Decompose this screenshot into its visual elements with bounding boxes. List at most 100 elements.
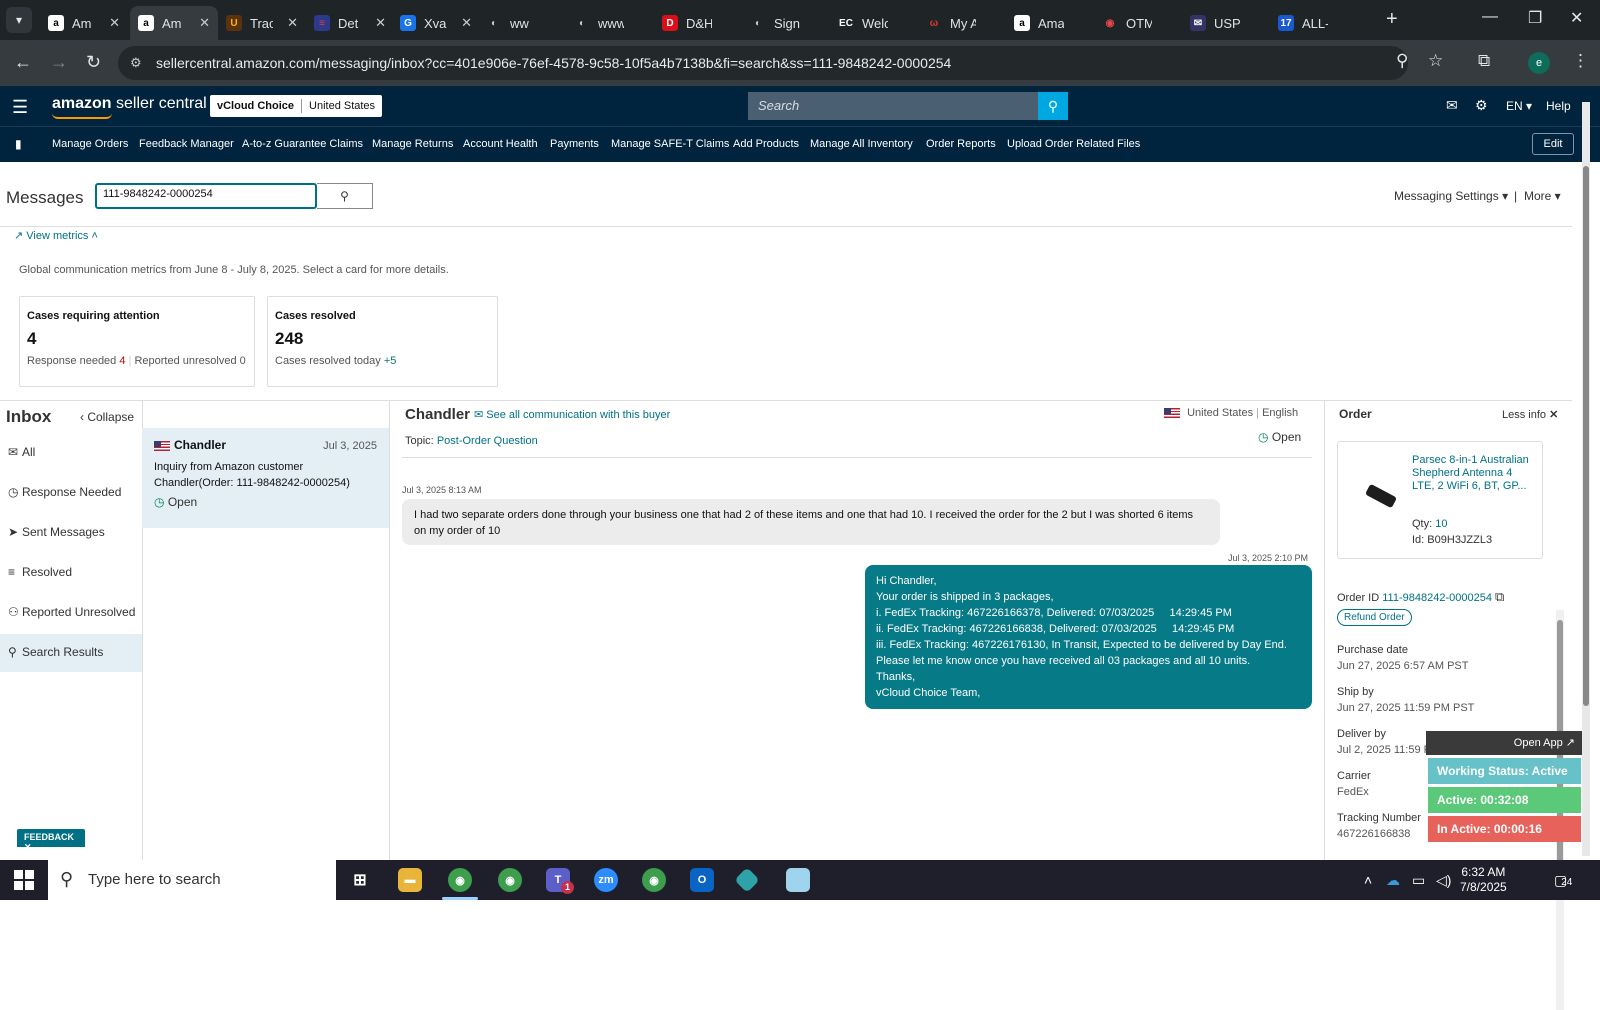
store-selector[interactable]: vCloud Choice United States (210, 95, 383, 117)
copy-icon[interactable]: ⧉ (1495, 589, 1504, 604)
browser-tab[interactable]: ◐ www.da (566, 6, 654, 40)
nav-link[interactable]: Order Reports (926, 138, 996, 150)
inbox-folder[interactable]: ⚇ Reported Unresolved (0, 594, 142, 632)
browser-tab[interactable]: ω My Acco (918, 6, 1006, 40)
browser-tab[interactable]: D D&H Di (654, 6, 742, 40)
teams-icon[interactable]: T1 (546, 868, 574, 894)
browser-menu-icon[interactable]: ⋮ (1572, 51, 1589, 71)
inbox-folder[interactable]: ≡ Resolved (0, 554, 142, 592)
see-all-communication-link[interactable]: ✉ See all communication with this buyer (474, 408, 670, 421)
taskbar-clock[interactable]: 6:32 AM 7/8/2025 (1460, 865, 1507, 895)
nav-link[interactable]: Manage Orders (52, 138, 128, 150)
tab-search-button[interactable]: ▾ (6, 7, 32, 33)
inbox-folder[interactable]: ⚲ Search Results (0, 634, 142, 672)
browser-tab[interactable]: a Amazon (1006, 6, 1094, 40)
restore-icon[interactable]: ❐ (1528, 8, 1542, 28)
nav-link[interactable]: Feedback Manager (139, 138, 234, 150)
chrome-profile-icon[interactable]: ◉ (498, 868, 522, 892)
nav-link[interactable]: Add Products (733, 138, 799, 150)
hamburger-menu-icon[interactable]: ☰ (12, 97, 28, 118)
product-title-link[interactable]: Parsec 8-in-1 Australian Shepherd Antenn… (1412, 454, 1536, 493)
onedrive-icon[interactable]: ☁ (1386, 872, 1400, 889)
volume-icon[interactable]: ◁) (1436, 872, 1451, 889)
browser-tab[interactable]: U Trac ✕ (218, 6, 306, 40)
message-search-input[interactable]: 111-9848242-0000254 (95, 183, 317, 209)
cases-resolved-card[interactable]: Cases resolved 248 Cases resolved today … (267, 296, 498, 387)
tab-close-icon[interactable]: ✕ (375, 15, 386, 31)
collapse-button[interactable]: ‹ Collapse (80, 410, 134, 424)
edit-nav-button[interactable]: Edit (1532, 133, 1574, 155)
zoom-app-icon[interactable]: zm (594, 868, 618, 892)
browser-tab[interactable]: a Am ✕ (130, 6, 218, 40)
tab-close-icon[interactable]: ✕ (109, 15, 120, 31)
seller-central-logo[interactable]: amazon seller central (52, 95, 207, 119)
inbox-folder[interactable]: ✉ All (0, 434, 142, 472)
new-tab-button[interactable]: + (1386, 8, 1398, 31)
settings-gear-icon[interactable]: ⚙ (1475, 97, 1488, 114)
header-search-icon[interactable]: ⚲ (1038, 92, 1068, 120)
product-image[interactable] (1364, 483, 1398, 509)
browser-tab[interactable]: ≡ Det ✕ (306, 6, 394, 40)
nav-link[interactable]: A-to-z Guarantee Claims (242, 138, 363, 150)
reload-icon[interactable]: ↻ (86, 52, 101, 73)
browser-tab[interactable]: 17 ALL-IN- (1270, 6, 1380, 40)
nav-link[interactable]: Payments (550, 138, 599, 150)
bookmark-icon[interactable]: ▮ (15, 137, 22, 151)
nav-link[interactable]: Manage SAFE-T Claims (611, 138, 729, 150)
nav-link[interactable]: Account Health (463, 138, 538, 150)
feedback-button[interactable]: FEEDBACK ✕ (17, 829, 85, 852)
header-search-input[interactable]: Search (748, 92, 1038, 120)
more-dropdown[interactable]: More ▾ (1524, 189, 1561, 203)
minimize-icon[interactable]: — (1482, 8, 1498, 26)
network-icon[interactable]: ▭ (1412, 872, 1425, 889)
help-link[interactable]: Help (1546, 99, 1571, 113)
forward-icon[interactable]: → (50, 52, 68, 73)
notifications-icon[interactable]: ▢24 (1554, 872, 1572, 889)
message-search-icon[interactable]: ⚲ (317, 183, 373, 209)
language-selector[interactable]: EN ▾ (1506, 99, 1532, 113)
page-scroll-thumb[interactable] (1583, 166, 1589, 706)
chrome-profile2-icon[interactable]: ◉ (642, 868, 666, 892)
tray-expand-icon[interactable]: ˄ (1364, 872, 1372, 888)
browser-tab[interactable]: EC Welcom (830, 6, 918, 40)
tab-close-icon[interactable]: ✕ (461, 15, 472, 31)
profile-avatar[interactable]: e (1528, 52, 1550, 74)
nav-link[interactable]: Upload Order Related Files (1007, 138, 1140, 150)
site-info-icon[interactable]: ⚙ (130, 55, 142, 71)
browser-tab[interactable]: ◐ ww (478, 6, 566, 40)
less-info-button[interactable]: Less info ✕ (1502, 408, 1558, 421)
conversation-status[interactable]: ◷ Open (1258, 430, 1301, 444)
windows-start-icon[interactable] (14, 870, 34, 890)
chrome-icon[interactable]: ◉ (448, 868, 472, 892)
zoom-icon[interactable]: ⚲ (1396, 51, 1408, 71)
file-explorer-icon[interactable]: ▬ (398, 868, 422, 892)
order-id-link[interactable]: 111-9848242-0000254 (1382, 592, 1492, 604)
address-bar[interactable]: ⚙ sellercentral.amazon.com/messaging/inb… (118, 46, 1408, 80)
inbox-folder[interactable]: ◷ Response Needed (0, 474, 142, 512)
nav-link[interactable]: Manage Returns (372, 138, 453, 150)
browser-tab[interactable]: G Xva ✕ (392, 6, 480, 40)
browser-tab[interactable]: ✉ USPS.co (1182, 6, 1270, 40)
thread-item[interactable]: Chandler Jul 3, 2025 Inquiry from Amazon… (142, 428, 389, 528)
taskbar-search-input[interactable]: ⚲ Type here to search (48, 860, 336, 900)
cases-attention-card[interactable]: Cases requiring attention 4 Response nee… (19, 296, 255, 387)
bookmark-star-icon[interactable]: ☆ (1428, 51, 1443, 71)
browser-tab[interactable]: ◉ OTMS (1094, 6, 1182, 40)
app-glass-icon[interactable] (786, 868, 810, 892)
mail-icon[interactable]: ✉ (1446, 97, 1458, 114)
inbox-folder[interactable]: ➤ Sent Messages (0, 514, 142, 552)
back-icon[interactable]: ← (14, 52, 32, 73)
browser-tab[interactable]: a Am ✕ (40, 6, 128, 40)
extensions-icon[interactable]: ⧉ (1478, 51, 1490, 71)
topic-link[interactable]: Post-Order Question (437, 435, 538, 447)
open-app-button[interactable]: Open App ↗ (1426, 731, 1583, 755)
app-diamond-icon[interactable] (734, 867, 760, 893)
messaging-settings-dropdown[interactable]: Messaging Settings ▾ (1394, 189, 1508, 203)
browser-tab[interactable]: ◐ Sign up (742, 6, 830, 40)
task-view-icon[interactable]: ⊞ (348, 868, 372, 892)
tab-close-icon[interactable]: ✕ (287, 15, 298, 31)
outlook-icon[interactable]: O (690, 868, 714, 892)
nav-link[interactable]: Manage All Inventory (810, 138, 913, 150)
refund-order-button[interactable]: Refund Order (1337, 609, 1412, 626)
close-window-icon[interactable]: ✕ (1570, 8, 1583, 28)
